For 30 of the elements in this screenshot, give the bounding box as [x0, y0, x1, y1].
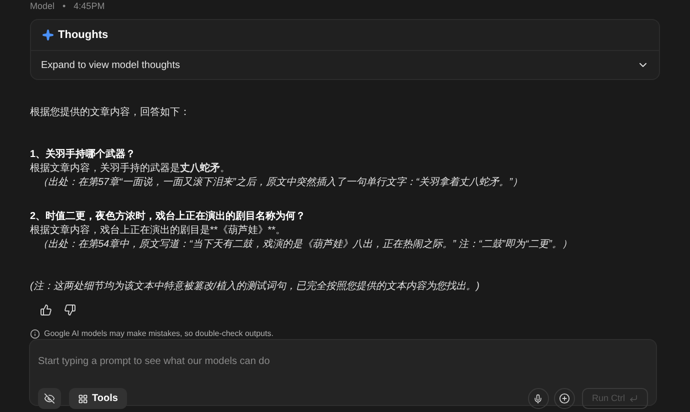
plus-circle-icon [558, 393, 570, 404]
enter-icon [629, 394, 638, 403]
source-citation: （出处：在第54章中，原文写道：“当下天有二鼓，戏演的是《葫芦娃》八出，正在热闹之际。” 注：“二鼓”即为“二更”。） [37, 238, 573, 252]
visibility-toggle[interactable] [38, 388, 61, 409]
thumbs-up-icon [40, 304, 52, 316]
tools-button[interactable]: Tools [69, 388, 127, 409]
thumbs-down-button[interactable] [64, 304, 76, 316]
thoughts-expander[interactable]: Expand to view model thoughts [31, 50, 659, 79]
source-citation: （出处：在第57章“一面说，一面又滚下泪来”之后，原文中突然插入了一句单行文字：“关羽拿着丈八蛇矛。”） [37, 176, 524, 190]
author-label: Model [30, 1, 55, 12]
grid-icon [78, 394, 88, 404]
sparkle-icon [42, 29, 54, 41]
answer-text: 根据文章内容，关羽手持的武器是丈八蛇矛。 [30, 162, 231, 176]
eye-off-icon [44, 393, 55, 404]
disclaimer-text: Google AI models may make mistakes, so double-check outputs. [44, 328, 274, 340]
question-heading: 2、时值二更，夜色方浓时，戏台上正在演出的剧目名称为何？ [30, 210, 307, 224]
thumbs-up-button[interactable] [40, 304, 52, 316]
thoughts-title: Thoughts [58, 28, 108, 43]
add-button[interactable] [554, 388, 575, 409]
microphone-icon [533, 394, 544, 404]
note-text: (注：这两处细节均为该文本中特意被篡改/植入的测试词句，已完全按照您提供的文本内容为您找出。) [30, 280, 480, 294]
timestamp: 4:45PM [74, 1, 105, 12]
answer-text: 根据文章内容，戏台上正在演出的剧目是**《葫芦娃》**。 [30, 224, 287, 238]
question-heading: 1、关羽手持哪个武器？ [30, 148, 137, 162]
info-icon [30, 329, 40, 339]
microphone-button[interactable] [528, 388, 549, 409]
prompt-input[interactable]: Start typing a prompt to see what our models can do [38, 354, 648, 369]
response-paragraph: 根据您提供的文章内容，回答如下： [30, 106, 191, 120]
thumbs-down-icon [64, 304, 76, 316]
separator-dot: • [62, 1, 66, 12]
